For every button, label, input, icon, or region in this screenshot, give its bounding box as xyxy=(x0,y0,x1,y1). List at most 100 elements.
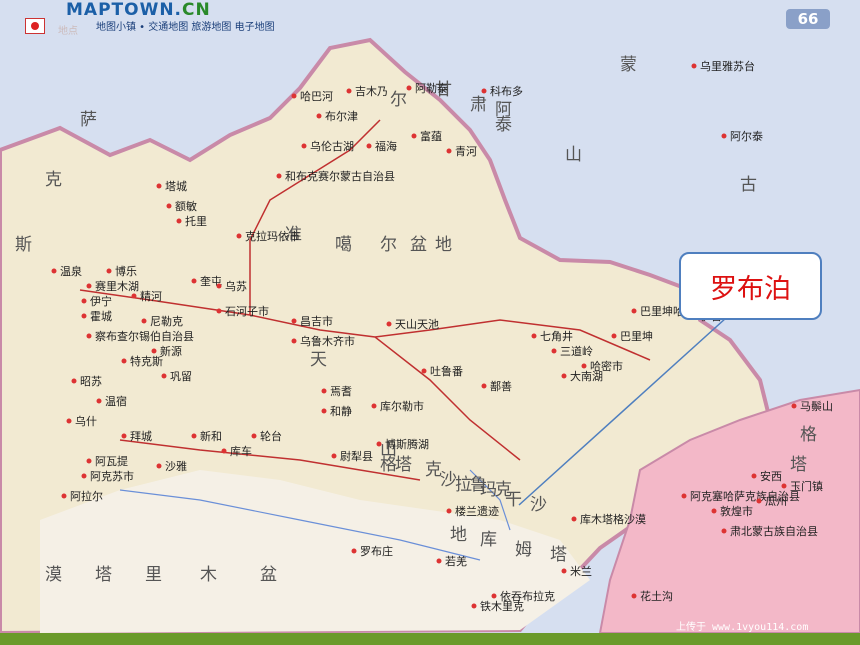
region-label: 库 xyxy=(480,530,497,550)
city-dot xyxy=(291,93,297,99)
site-nav[interactable]: 地图小镇 • 交通地图 旅游地图 电子地图 xyxy=(96,18,275,33)
region-label: 塔 xyxy=(550,545,567,565)
city-dot xyxy=(301,143,307,149)
city-label: 玉门镇 xyxy=(790,479,823,493)
city-dot xyxy=(411,133,417,139)
map-canvas: 蒙古萨克斯尔泰山准噶尔盆地天山塔 克拉玛干沙漠塔里木盆地库姆塔格沙鲁克塔格甘肃 阿乌… xyxy=(0,0,860,645)
city-dot xyxy=(681,493,687,499)
city-dot xyxy=(756,498,762,504)
city-label: 温宿 xyxy=(105,394,127,408)
site-logo[interactable]: MAPTOWN.CN xyxy=(66,0,211,20)
city-label: 昭苏 xyxy=(80,375,102,388)
city-dot xyxy=(711,508,717,514)
city-dot xyxy=(386,321,392,327)
region-label: 山 xyxy=(565,145,582,165)
city-label: 博斯腾湖 xyxy=(385,437,429,451)
city-label: 拜城 xyxy=(130,430,152,443)
city-dot xyxy=(81,298,87,304)
city-label: 新和 xyxy=(200,429,222,443)
city-label: 罗布庄 xyxy=(360,544,393,558)
city-label: 大南湖 xyxy=(570,369,603,383)
region-label: 格 xyxy=(380,455,397,475)
city-label: 肃北蒙古族自治县 xyxy=(730,524,818,538)
city-dot xyxy=(276,173,282,179)
city-label: 乌什 xyxy=(75,414,97,428)
city-dot xyxy=(721,133,727,139)
region-label: 盆 xyxy=(260,565,277,585)
region-label: 阿 xyxy=(495,100,512,120)
region-label: 盆 xyxy=(410,235,427,255)
city-dot xyxy=(631,593,637,599)
city-label: 楼兰遗迹 xyxy=(455,504,499,518)
city-label: 乌苏 xyxy=(225,279,247,293)
city-label: 霍城 xyxy=(90,310,112,323)
city-label: 福海 xyxy=(375,139,397,153)
city-label: 瓜州 xyxy=(765,495,787,508)
city-dot xyxy=(421,368,427,374)
city-label: 额敏 xyxy=(175,199,197,213)
city-label: 库车 xyxy=(230,444,252,458)
city-dot xyxy=(166,203,172,209)
city-dot xyxy=(446,148,452,154)
city-label: 铁木里克 xyxy=(480,600,524,613)
city-label: 吐鲁番 xyxy=(430,364,463,378)
region-label: 沙 xyxy=(440,470,457,490)
city-dot xyxy=(96,398,102,404)
city-dot xyxy=(161,373,167,379)
logo-main-text: MAPTOWN. xyxy=(66,0,183,20)
city-label: 克拉玛依市 xyxy=(245,229,300,243)
city-dot xyxy=(191,433,197,439)
page-number: 66 xyxy=(786,9,830,29)
city-dot xyxy=(156,183,162,189)
city-label: 轮台 xyxy=(260,429,282,443)
city-dot xyxy=(331,453,337,459)
map-header: MAPTOWN.CN 地点 地图小镇 • 交通地图 旅游地图 电子地图 xyxy=(0,0,305,38)
logo-suffix-text: CN xyxy=(182,0,211,20)
city-label: 特克斯 xyxy=(130,354,163,368)
city-dot xyxy=(81,313,87,319)
city-dot xyxy=(291,318,297,324)
city-label: 马鬃山 xyxy=(800,399,833,413)
region-label: 萨 xyxy=(80,110,97,130)
city-dot xyxy=(376,441,382,447)
city-dot xyxy=(251,433,257,439)
city-label: 哈巴河 xyxy=(300,90,333,103)
city-label: 三道岭 xyxy=(560,344,593,358)
city-label: 青河 xyxy=(455,145,477,158)
region-label: 古 xyxy=(740,175,757,195)
city-dot xyxy=(236,233,242,239)
city-label: 石河子市 xyxy=(225,304,269,318)
lop-nur-callout: 罗布泊 xyxy=(679,252,822,320)
city-label: 精河 xyxy=(140,290,162,303)
city-label: 和布克赛尔蒙古自治县 xyxy=(285,169,395,183)
city-dot xyxy=(66,418,72,424)
city-dot xyxy=(106,268,112,274)
region-label: 沙 xyxy=(530,495,547,515)
city-dot xyxy=(316,113,322,119)
city-dot xyxy=(216,283,222,289)
city-label: 敦煌市 xyxy=(720,504,753,518)
city-label: 新源 xyxy=(160,344,182,358)
region-label: 塔 xyxy=(395,455,412,475)
region-label: 噶 xyxy=(335,235,352,255)
city-label: 七角井 xyxy=(540,329,573,343)
region-label: 尔 xyxy=(380,235,397,255)
city-dot xyxy=(406,85,412,91)
region-label: 木 xyxy=(200,565,217,585)
city-label: 花土沟 xyxy=(640,590,673,603)
city-label: 乌里雅苏台 xyxy=(700,59,755,73)
city-dot xyxy=(561,568,567,574)
city-dot xyxy=(131,293,137,299)
city-dot xyxy=(216,308,222,314)
city-dot xyxy=(156,463,162,469)
city-label: 巴里坤 xyxy=(620,329,653,343)
region-label: 尔 xyxy=(390,90,407,110)
city-label: 科布多 xyxy=(490,84,523,98)
watermark-text: 地点 xyxy=(58,26,78,37)
city-label: 温泉 xyxy=(60,264,82,278)
city-dot xyxy=(351,548,357,554)
city-label: 昌吉市 xyxy=(300,314,333,328)
city-label: 察布查尔锡伯自治县 xyxy=(95,329,194,343)
city-label: 塔城 xyxy=(165,180,187,193)
region-label: 斯 xyxy=(15,235,32,255)
